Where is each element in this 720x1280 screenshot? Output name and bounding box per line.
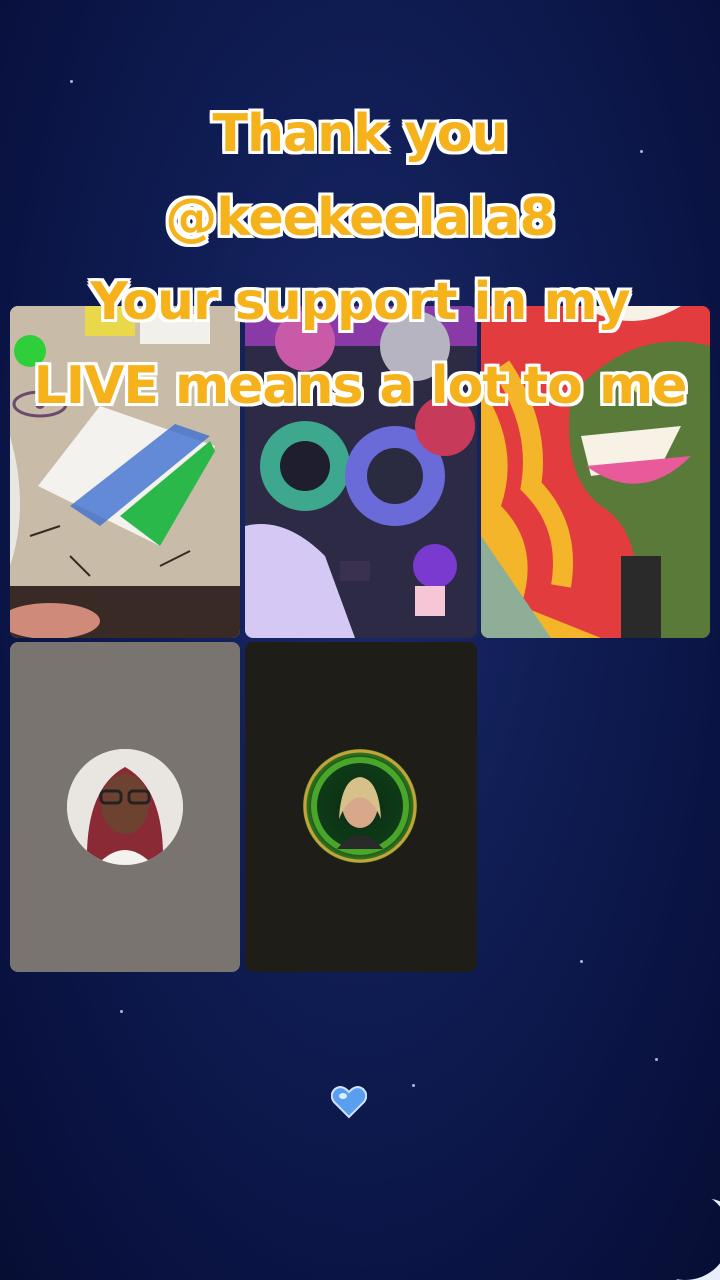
participant-tile[interactable] (10, 642, 240, 972)
participant-tile[interactable] (481, 306, 710, 638)
video-feed (481, 306, 710, 638)
video-feed (245, 306, 477, 638)
heart-icon (330, 1085, 368, 1123)
avatar (303, 749, 417, 863)
user-badge-photo (303, 749, 417, 863)
participant-tile[interactable] (245, 306, 477, 638)
video-feed (10, 306, 240, 638)
avatar (67, 749, 183, 865)
participant-tile[interactable] (10, 306, 240, 638)
user-photo (67, 749, 183, 865)
participant-tile[interactable] (245, 642, 477, 972)
